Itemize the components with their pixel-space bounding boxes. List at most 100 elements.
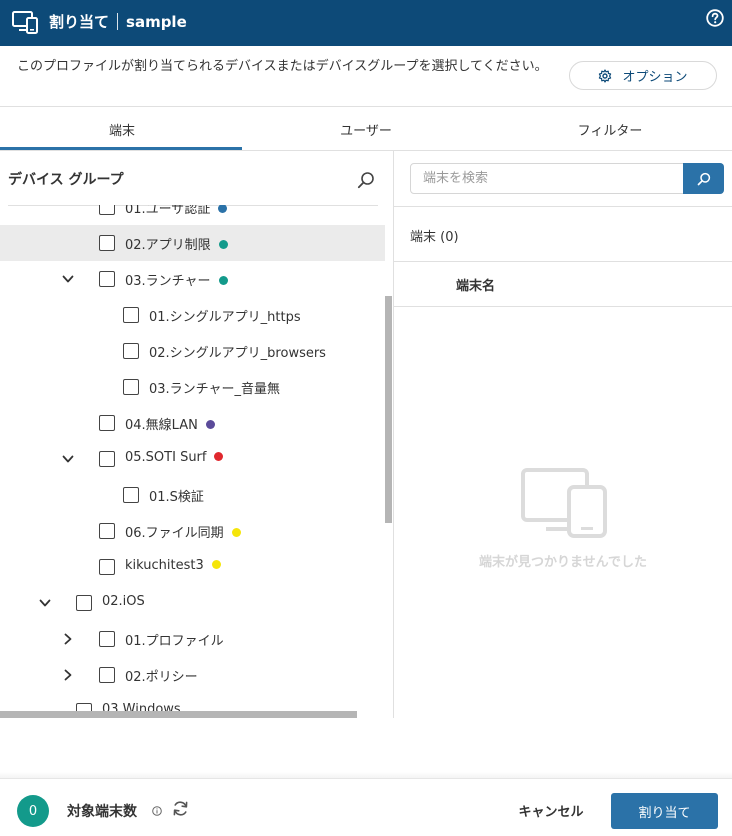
group-label: 05.SOTI Surf — [125, 450, 224, 465]
options-button-label: オプション — [622, 70, 688, 85]
tree-row[interactable]: 02.シングルアプリ_browsers — [0, 333, 385, 369]
target-device-count-label: 対象端末数 — [67, 804, 137, 820]
device-count-label: 端末 (0) — [410, 230, 459, 245]
tree-row[interactable]: 02.アプリ制限 — [0, 225, 385, 261]
group-checkbox[interactable] — [123, 487, 139, 503]
group-label: 02.ポリシー — [125, 666, 198, 685]
tree-vertical-scrollbar[interactable] — [385, 296, 392, 523]
search-icon[interactable] — [357, 171, 375, 189]
chevron-right-icon[interactable] — [62, 669, 74, 681]
group-label-text: 01.ユーザ認証 — [125, 205, 211, 217]
divider — [394, 206, 732, 207]
group-label-text: 01.プロファイル — [125, 634, 224, 649]
group-checkbox[interactable] — [123, 343, 139, 359]
assignment-description: このプロファイルが割り当てられるデバイスまたはデバイスグループを選択してください… — [17, 59, 548, 74]
chevron-right-icon[interactable] — [62, 633, 74, 645]
tree-row[interactable]: 03.ランチャー_音量無 — [0, 369, 385, 405]
group-label-text: 02.ポリシー — [125, 670, 198, 685]
group-checkbox[interactable] — [99, 631, 115, 647]
group-label-text: 02.iOS — [102, 594, 145, 609]
profile-name: sample — [126, 12, 187, 31]
group-checkbox[interactable] — [99, 271, 115, 287]
group-color-dot — [218, 205, 228, 213]
search-icon — [697, 172, 710, 185]
group-checkbox[interactable] — [123, 379, 139, 395]
info-icon[interactable] — [152, 806, 162, 816]
group-color-dot — [214, 452, 224, 461]
group-label-text: kikuchitest3 — [125, 558, 204, 573]
device-group-tree: 01.ユーザ認証 02.アプリ制限 03.ランチャー 01.シングルアプリ_https… — [0, 205, 385, 718]
dialog-title-text: 割り当て — [49, 13, 110, 31]
group-label-text: 01.S検証 — [149, 490, 204, 505]
assign-button[interactable]: 割り当て — [611, 793, 718, 829]
tree-row[interactable]: 01.シングルアプリ_https — [0, 297, 385, 333]
tab-users[interactable]: ユーザー — [244, 107, 488, 151]
cancel-button[interactable]: キャンセル — [509, 793, 593, 828]
chevron-down-icon[interactable] — [62, 453, 74, 465]
dialog-title: 割り当て sample — [49, 11, 187, 32]
tree-row[interactable]: 06.ファイル同期 — [0, 513, 385, 549]
group-label: 02.iOS — [102, 594, 145, 609]
group-checkbox[interactable] — [99, 523, 115, 539]
divider — [0, 778, 732, 779]
gear-icon — [599, 68, 612, 83]
group-label: 03.ランチャー_音量無 — [149, 378, 280, 397]
group-checkbox[interactable] — [76, 595, 92, 611]
group-color-dot — [218, 276, 228, 285]
tree-row[interactable]: 05.SOTI Surf — [0, 441, 385, 477]
device-group-title: デバイス グループ — [8, 172, 124, 188]
divider — [393, 151, 394, 718]
device-name-column-header[interactable]: 端末名 — [456, 275, 495, 294]
title-separator — [117, 13, 119, 30]
group-label: 02.シングルアプリ_browsers — [149, 342, 326, 361]
tab-filters[interactable]: フィルター — [488, 107, 732, 151]
group-checkbox[interactable] — [99, 205, 115, 215]
group-label-text: 05.SOTI Surf — [125, 450, 207, 465]
refresh-icon[interactable] — [172, 800, 189, 817]
group-checkbox[interactable] — [99, 667, 115, 683]
group-label: 01.プロファイル — [125, 630, 224, 649]
chevron-down-icon[interactable] — [39, 597, 51, 609]
group-label: 01.S検証 — [149, 486, 204, 505]
tree-row[interactable]: kikuchitest3 — [0, 549, 385, 585]
tree-row[interactable]: 04.無線LAN — [0, 405, 385, 441]
devices-empty-icon — [521, 468, 607, 538]
group-label: 01.シングルアプリ_https — [149, 306, 301, 325]
group-color-dot — [211, 560, 221, 569]
group-label: 02.アプリ制限 — [125, 234, 228, 253]
tree-row[interactable]: 01.S検証 — [0, 477, 385, 513]
help-circle-icon[interactable] — [706, 9, 724, 27]
group-checkbox[interactable] — [99, 415, 115, 431]
group-checkbox[interactable] — [99, 235, 115, 251]
tree-horizontal-scrollbar[interactable] — [0, 711, 357, 718]
tree-row[interactable]: 02.ポリシー — [0, 657, 385, 693]
options-button[interactable]: オプション — [569, 61, 717, 90]
chevron-down-icon[interactable] — [62, 273, 74, 285]
device-group-panel: デバイス グループ 01.ユーザ認証 02.アプリ制限 03.ランチャー 01.シング… — [0, 151, 393, 718]
device-search-input[interactable] — [412, 165, 682, 192]
group-label-text: 02.アプリ制限 — [125, 238, 211, 253]
device-search-button[interactable] — [683, 163, 724, 194]
group-color-dot — [218, 240, 228, 249]
tree-row[interactable]: 01.ユーザ認証 — [0, 205, 385, 225]
device-search — [410, 163, 724, 194]
tab-devices[interactable]: 端末 — [0, 107, 244, 151]
group-label-text: 01.シングルアプリ_https — [149, 310, 301, 325]
group-checkbox[interactable] — [123, 307, 139, 323]
group-color-dot — [231, 528, 241, 537]
devices-icon — [12, 11, 38, 34]
tab-filters-label: フィルター — [577, 123, 643, 139]
group-checkbox[interactable] — [99, 559, 115, 575]
group-label-text: 03.ランチャー — [125, 274, 211, 289]
group-label: kikuchitest3 — [125, 558, 221, 573]
group-label-text: 04.無線LAN — [125, 418, 198, 433]
target-device-count-badge: 0 — [17, 795, 49, 827]
no-devices-message: 端末が見つかりませんでした — [479, 555, 647, 570]
group-label-text: 02.シングルアプリ_browsers — [149, 346, 326, 361]
group-label: 04.無線LAN — [125, 414, 215, 433]
tree-row[interactable]: 01.プロファイル — [0, 621, 385, 657]
divider — [394, 306, 732, 307]
group-checkbox[interactable] — [99, 451, 115, 467]
tree-row[interactable]: 03.ランチャー — [0, 261, 385, 297]
tree-row[interactable]: 02.iOS — [0, 585, 385, 621]
